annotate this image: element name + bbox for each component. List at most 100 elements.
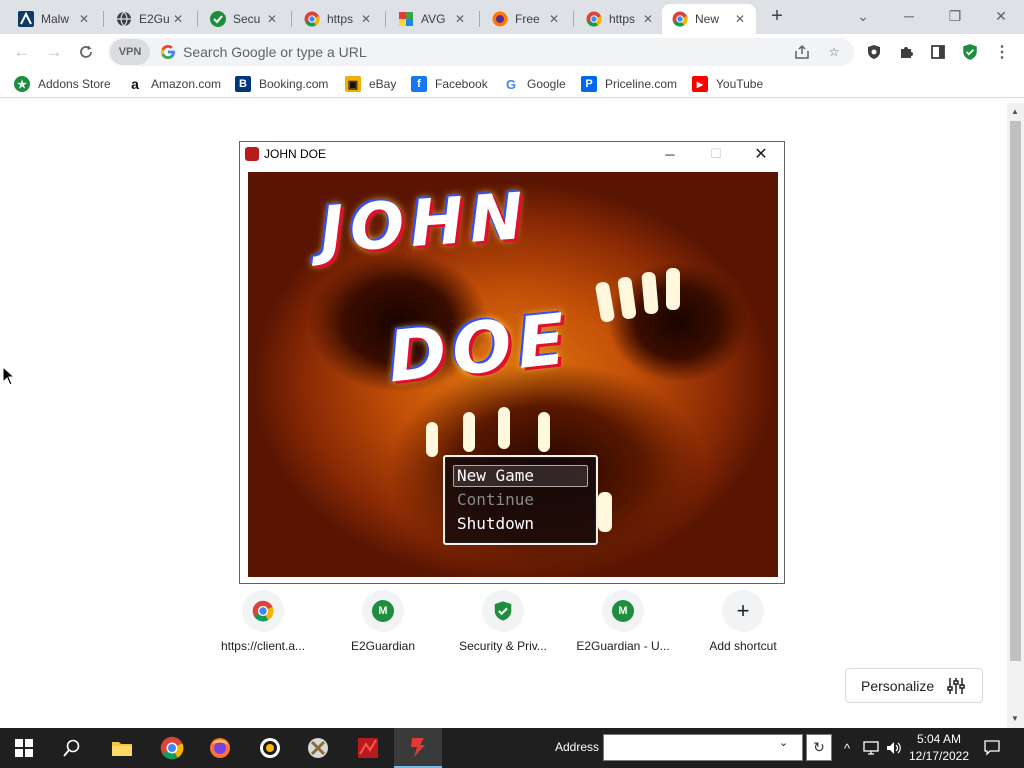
- monster-tooth: [498, 407, 510, 449]
- tab-divider: [479, 11, 480, 27]
- globe-icon: [116, 11, 132, 27]
- menu-kebab-icon[interactable]: ⋮: [992, 42, 1012, 62]
- page-scrollbar[interactable]: ▲ ▼: [1007, 103, 1024, 728]
- back-button[interactable]: ←: [10, 40, 34, 64]
- reload-button[interactable]: [74, 40, 98, 64]
- menu-item-continue[interactable]: Continue: [457, 490, 534, 509]
- shortcut-client[interactable]: https://client.a...: [208, 590, 318, 653]
- minimize-button[interactable]: ─: [886, 2, 932, 30]
- close-icon[interactable]: ✕: [264, 12, 280, 26]
- tab-e2guardian[interactable]: E2Gu ✕: [106, 4, 194, 34]
- new-tab-button[interactable]: +: [766, 6, 788, 28]
- extensions-puzzle-icon[interactable]: [896, 42, 916, 62]
- close-icon[interactable]: ✕: [170, 12, 186, 26]
- tab-title: Malw: [41, 12, 70, 26]
- show-hidden-icons-chevron-up-icon[interactable]: ^: [838, 728, 856, 768]
- monster-tooth: [538, 412, 550, 452]
- m-icon: M: [372, 600, 394, 622]
- shortcut-icon-circle: [242, 590, 284, 632]
- close-icon[interactable]: ✕: [732, 12, 748, 26]
- chrome-alt-icon[interactable]: [246, 728, 294, 768]
- personalize-button[interactable]: Personalize: [845, 668, 983, 703]
- reload-icon: [80, 45, 92, 58]
- game-minimize-button[interactable]: ─: [647, 142, 693, 166]
- search-icon[interactable]: [48, 728, 96, 768]
- avast-icon: [492, 11, 508, 27]
- tab-security[interactable]: Secu ✕: [200, 4, 288, 34]
- shortcut-icon-circle: M: [602, 590, 644, 632]
- bookmark-label: Google: [527, 77, 566, 91]
- chrome-icon[interactable]: [148, 728, 196, 768]
- bookmark-addons-store[interactable]: ★ Addons Store: [14, 76, 111, 92]
- shield-check-icon: [210, 11, 226, 27]
- bookmark-booking[interactable]: B Booking.com: [235, 76, 328, 92]
- close-icon[interactable]: ✕: [452, 12, 468, 26]
- shortcut-add[interactable]: + Add shortcut: [688, 590, 798, 653]
- tab-new-tab[interactable]: New ✕: [662, 4, 756, 34]
- taskbar-clock[interactable]: 5:04 AM 12/17/2022: [908, 731, 970, 765]
- extension-shield-icon[interactable]: [864, 42, 884, 62]
- m-icon: M: [612, 600, 634, 622]
- start-icon[interactable]: [0, 728, 48, 768]
- close-icon[interactable]: ✕: [546, 12, 562, 26]
- close-icon[interactable]: ✕: [640, 12, 656, 26]
- tab-divider: [291, 11, 292, 27]
- tab-avg[interactable]: AVG ✕: [388, 4, 476, 34]
- shortcut-icon-circle: M: [362, 590, 404, 632]
- personalize-label: Personalize: [861, 677, 935, 694]
- tab-https-2[interactable]: https ✕: [576, 4, 664, 34]
- shortcut-security-privacy[interactable]: Security & Priv...: [448, 590, 558, 653]
- menu-item-new-game[interactable]: New Game: [457, 466, 534, 485]
- tab-title: AVG: [421, 12, 446, 26]
- shield-check-icon[interactable]: [960, 42, 980, 62]
- bookmark-priceline[interactable]: P Priceline.com: [581, 76, 677, 92]
- bookmark-amazon[interactable]: a Amazon.com: [127, 76, 221, 92]
- shortcut-e2guardian[interactable]: M E2Guardian: [328, 590, 438, 653]
- scrollbar-thumb[interactable]: [1010, 121, 1021, 661]
- close-window-button[interactable]: ✕: [978, 2, 1024, 30]
- chrome-icon: [304, 11, 320, 27]
- chevron-down-icon[interactable]: ⌄: [779, 736, 788, 749]
- restore-button[interactable]: ❐: [932, 2, 978, 30]
- volume-icon[interactable]: [884, 728, 904, 768]
- menu-item-shutdown[interactable]: Shutdown: [457, 514, 534, 533]
- forward-button[interactable]: →: [42, 40, 66, 64]
- monster-tooth: [666, 268, 680, 310]
- bookmark-youtube[interactable]: ▶ YouTube: [692, 76, 763, 92]
- bookmark-ebay[interactable]: ▣ eBay: [345, 76, 396, 92]
- game-canvas[interactable]: JOHN DOE New Game Continue Shutdown: [248, 172, 778, 577]
- game-maximize-button[interactable]: ☐: [693, 142, 739, 166]
- bookmark-google[interactable]: G Google: [503, 76, 566, 92]
- game-icon-2[interactable]: [344, 728, 392, 768]
- bookmark-facebook[interactable]: f Facebook: [411, 76, 488, 92]
- tab-https-1[interactable]: https ✕: [294, 4, 382, 34]
- scroll-up-arrow-icon[interactable]: ▲: [1011, 107, 1019, 116]
- firefox-icon[interactable]: [196, 728, 244, 768]
- john-doe-icon[interactable]: [394, 728, 442, 768]
- bookmark-label: Booking.com: [259, 77, 329, 91]
- address-toolbar-input[interactable]: [603, 734, 803, 761]
- game-window-title: JOHN DOE: [264, 147, 327, 161]
- close-icon[interactable]: ✕: [358, 12, 374, 26]
- tab-title: E2Gu: [139, 12, 170, 26]
- tab-malwarebytes[interactable]: Malw ✕: [8, 4, 100, 34]
- file-explorer-icon[interactable]: [98, 728, 146, 768]
- close-icon[interactable]: ✕: [76, 12, 92, 26]
- chrome-icon: [252, 600, 274, 622]
- tab-search-icon[interactable]: ⌄: [840, 2, 886, 30]
- shortcut-e2guardian-u[interactable]: M E2Guardian - U...: [568, 590, 678, 653]
- browser-toolbar: ← → VPN Search Google or type a URL ☆ ⋮: [0, 34, 1024, 70]
- shortcut-label: Security & Priv...: [459, 639, 547, 653]
- action-center-icon[interactable]: [978, 728, 1006, 768]
- network-icon[interactable]: [860, 728, 882, 768]
- shortcut-label: E2Guardian - U...: [576, 639, 670, 653]
- bookmark-star-icon[interactable]: ☆: [824, 42, 844, 62]
- refresh-icon[interactable]: ↻: [806, 734, 832, 761]
- game-icon-1[interactable]: [294, 728, 342, 768]
- share-icon[interactable]: [792, 42, 812, 62]
- scroll-down-arrow-icon[interactable]: ▼: [1011, 714, 1019, 723]
- side-panel-icon[interactable]: [928, 42, 948, 62]
- tab-free[interactable]: Free ✕: [482, 4, 570, 34]
- game-close-button[interactable]: ✕: [738, 142, 784, 166]
- vpn-button[interactable]: VPN: [110, 39, 150, 65]
